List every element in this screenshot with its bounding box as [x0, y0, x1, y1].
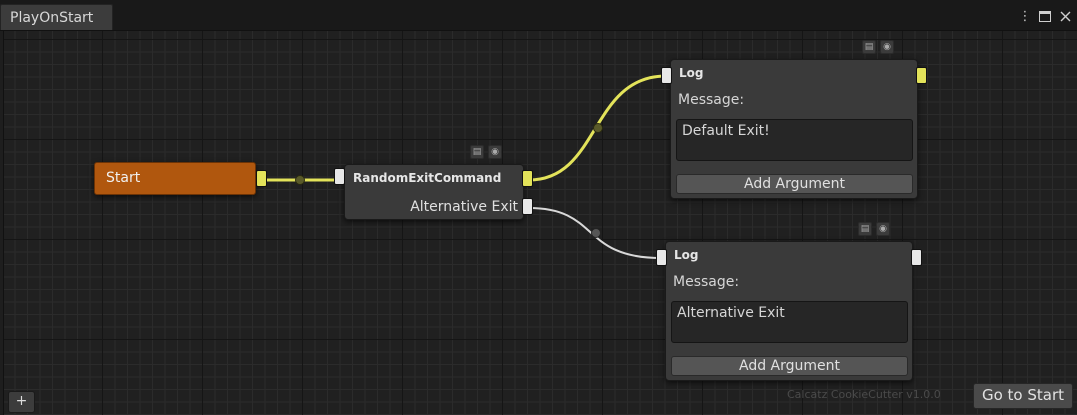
tab-playonstart[interactable]: PlayOnStart	[0, 4, 113, 30]
log-default-input-port[interactable]	[661, 67, 672, 84]
log-alt-input-port[interactable]	[656, 249, 667, 266]
log-default-output-port[interactable]	[916, 67, 927, 84]
go-to-start-button[interactable]: Go to Start	[973, 383, 1073, 409]
random-input-port[interactable]	[334, 168, 345, 185]
message-field[interactable]: Default Exit!	[676, 119, 913, 161]
node-title: RandomExitCommand	[353, 171, 502, 185]
random-node-toolbar: ▤ ◉	[470, 145, 502, 159]
add-argument-button[interactable]: Add Argument	[671, 356, 908, 376]
log-node-alternative[interactable]: Log Message: Alternative Exit Add Argume…	[665, 241, 913, 381]
log-alt-output-port[interactable]	[911, 249, 922, 266]
target-icon[interactable]: ◉	[876, 222, 890, 236]
start-output-port[interactable]	[256, 170, 267, 187]
document-icon[interactable]: ▤	[862, 40, 876, 54]
message-label: Message:	[678, 92, 745, 108]
kebab-menu-icon[interactable]: ⋮	[1017, 6, 1033, 26]
document-icon[interactable]: ▤	[858, 222, 872, 236]
window-controls: ⋮	[1017, 6, 1073, 26]
start-node[interactable]: Start	[94, 162, 256, 195]
node-title: Log	[679, 66, 704, 80]
log-node-default[interactable]: Log Message: Default Exit! Add Argument	[670, 59, 918, 199]
alternative-exit-output-port[interactable]	[522, 198, 533, 215]
node-title: Log	[674, 248, 699, 262]
random-main-output-port[interactable]	[522, 170, 533, 187]
message-label: Message:	[673, 274, 740, 290]
random-exit-command-node[interactable]: RandomExitCommand Alternative Exit	[344, 164, 524, 220]
alternative-exit-label: Alternative Exit	[410, 199, 518, 215]
target-icon[interactable]: ◉	[880, 40, 894, 54]
close-icon[interactable]	[1057, 6, 1073, 26]
add-argument-button[interactable]: Add Argument	[676, 174, 913, 194]
message-field[interactable]: Alternative Exit	[671, 301, 908, 343]
target-icon[interactable]: ◉	[488, 145, 502, 159]
maximize-icon[interactable]	[1037, 6, 1053, 26]
log-default-toolbar: ▤ ◉	[862, 40, 894, 54]
add-node-button[interactable]: +	[8, 391, 35, 413]
window-titlebar: PlayOnStart ⋮	[0, 0, 1077, 31]
version-watermark: Calcatz CookieCutter v1.0.0	[787, 388, 941, 401]
log-alt-toolbar: ▤ ◉	[858, 222, 890, 236]
document-icon[interactable]: ▤	[470, 145, 484, 159]
